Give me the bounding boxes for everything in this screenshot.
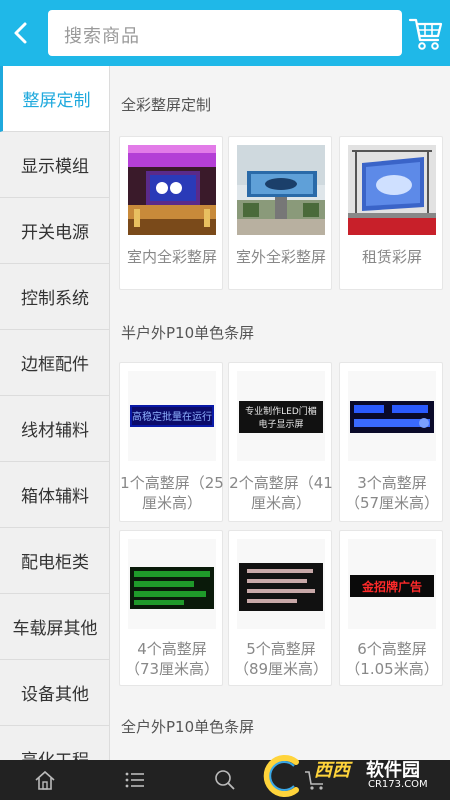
product-card-outdoor-full-color[interactable]: 室外全彩整屏 (228, 136, 332, 290)
product-image: 金招牌广告 (348, 539, 436, 629)
section-title: 全户外P10单色条屏 (121, 718, 255, 736)
section-title: 全彩整屏定制 (121, 96, 212, 114)
product-label-line-2: （73厘米高） (124, 660, 220, 678)
app-screen: 搜索商品 整屏定制 显示模组 开关电源 控制系统 边框配件 线材辅料 箱体辅料 … (0, 0, 450, 800)
shopping-cart-icon (408, 18, 443, 50)
product-image (128, 539, 216, 629)
product-card-3-high[interactable]: 3个高整屏 （57厘米高） (339, 362, 443, 522)
search-icon (215, 770, 235, 790)
product-card-4-high[interactable]: 4个高整屏 （73厘米高） (119, 530, 223, 686)
sidebar-item-label: 控制系统 (21, 289, 89, 309)
sidebar-item-power-cabinet[interactable]: 配电柜类 (0, 528, 109, 594)
product-image: 专业制作LED门楣 电子显示屏 (237, 371, 325, 461)
category-sidebar: 整屏定制 显示模组 开关电源 控制系统 边框配件 线材辅料 箱体辅料 配电柜类 … (0, 66, 110, 760)
product-image (128, 145, 216, 235)
sign-text: 金招牌广告 (361, 579, 422, 594)
product-content: 全彩整屏定制 室内全彩整屏 室外全彩整屏 租赁彩屏 半户外P10单色条屏 高稳定… (111, 66, 450, 760)
back-button[interactable] (8, 18, 34, 48)
product-label-line-2: 厘米高） (250, 494, 311, 512)
nav-home-button[interactable] (33, 768, 57, 792)
watermark-brand: 西西 (314, 760, 350, 781)
section-title: 半户外P10单色条屏 (121, 324, 255, 342)
sidebar-item-label: 配电柜类 (21, 553, 89, 573)
back-arrow-icon (14, 22, 27, 44)
sidebar-item-label: 显示模组 (21, 157, 89, 177)
sidebar-item-equipment-other[interactable]: 设备其他 (0, 660, 109, 726)
search-input[interactable]: 搜索商品 (48, 10, 402, 56)
product-image (348, 145, 436, 235)
product-label-line-2: （57厘米高） (344, 494, 440, 512)
list-icon (125, 772, 144, 788)
cart-button[interactable] (408, 14, 444, 52)
sidebar-item-label: 车载屏其他 (12, 619, 98, 639)
sidebar-item-label: 开关电源 (21, 223, 89, 243)
product-image (348, 371, 436, 461)
product-label-line-1: 6个高整屏 (357, 640, 427, 658)
product-image: 高稳定批量在运行 (128, 371, 216, 461)
product-card-2-high[interactable]: 专业制作LED门楣 电子显示屏 2个高整屏（41 厘米高） (228, 362, 333, 522)
product-label-line-1: 2个高整屏（41 (229, 474, 333, 492)
product-card-6-high[interactable]: 金招牌广告 6个高整屏 （1.05米高） (339, 530, 443, 686)
product-label-line-2: （89厘米高） (233, 660, 329, 678)
product-label: 租赁彩屏 (361, 248, 422, 266)
watermark-c-icon (263, 755, 299, 797)
sidebar-item-label: 设备其他 (21, 685, 89, 705)
product-card-1-high[interactable]: 高稳定批量在运行 1个高整屏（25 厘米高） (119, 362, 224, 522)
sidebar-item-label: 亮化工程 (21, 746, 89, 760)
sidebar-item-label: 边框配件 (21, 355, 89, 375)
sidebar-item-label: 箱体辅料 (21, 487, 89, 507)
product-label-line-1: 3个高整屏 (357, 474, 427, 492)
sidebar-item-power-supply[interactable]: 开关电源 (0, 198, 109, 264)
product-card-indoor-full-color[interactable]: 室内全彩整屏 (119, 136, 223, 290)
product-image (237, 145, 325, 235)
product-label-line-2: （1.05米高） (345, 660, 439, 678)
sidebar-item-frame-parts[interactable]: 边框配件 (0, 330, 109, 396)
sidebar-item-lighting-project[interactable]: 亮化工程 (0, 726, 109, 760)
product-label-line-2: 厘米高） (141, 494, 202, 512)
nav-search-button[interactable] (213, 768, 237, 792)
product-label-line-1: 1个高整屏（25 (120, 474, 224, 492)
nav-category-button[interactable] (123, 768, 147, 792)
sidebar-item-full-screen[interactable]: 整屏定制 (0, 66, 109, 132)
product-image (237, 539, 325, 629)
top-bar: 搜索商品 (0, 0, 450, 66)
watermark-logo: 西西 软件园 CR173.COM (256, 752, 446, 800)
product-label-line-1: 4个高整屏 (137, 640, 207, 658)
product-card-rental-screen[interactable]: 租赁彩屏 (339, 136, 443, 290)
sign-text-line-1: 专业制作LED门楣 (245, 405, 317, 417)
product-label-line-1: 5个高整屏 (246, 640, 316, 658)
watermark-url: CR173.COM (368, 779, 428, 790)
product-card-5-high[interactable]: 5个高整屏 （89厘米高） (228, 530, 332, 686)
home-icon (35, 770, 55, 790)
sidebar-item-cabinet-materials[interactable]: 箱体辅料 (0, 462, 109, 528)
product-label: 室内全彩整屏 (126, 248, 217, 266)
sign-text-line-2: 电子显示屏 (258, 418, 303, 430)
sidebar-item-control-system[interactable]: 控制系统 (0, 264, 109, 330)
sign-text: 高稳定批量在运行 (132, 410, 212, 423)
product-label: 室外全彩整屏 (235, 248, 326, 266)
sidebar-item-display-module[interactable]: 显示模组 (0, 132, 109, 198)
sidebar-item-vehicle-screen[interactable]: 车载屏其他 (0, 594, 109, 660)
sidebar-item-cable-materials[interactable]: 线材辅料 (0, 396, 109, 462)
search-placeholder: 搜索商品 (64, 26, 140, 47)
sidebar-item-label: 整屏定制 (22, 91, 91, 111)
sidebar-item-label: 线材辅料 (21, 421, 89, 441)
